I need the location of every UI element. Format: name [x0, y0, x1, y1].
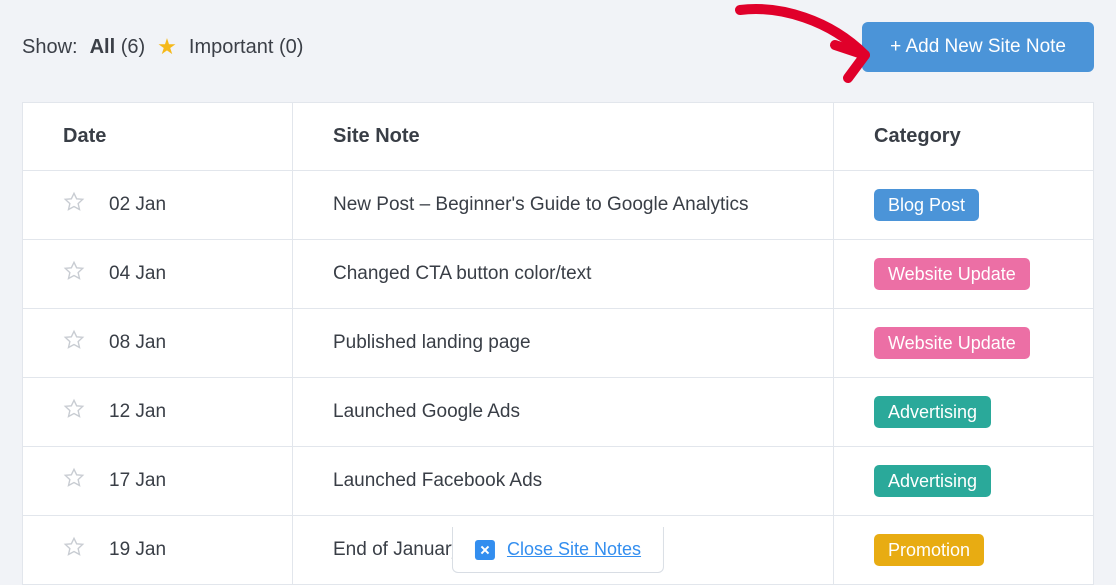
site-notes-table: Date Site Note Category 02 Jan New Post –…: [22, 102, 1094, 585]
show-label: Show:: [22, 36, 78, 59]
filter-all[interactable]: All (6): [90, 36, 146, 59]
close-site-notes-button[interactable]: Close Site Notes: [452, 527, 664, 573]
star-toggle[interactable]: [63, 467, 85, 495]
row-date: 12 Jan: [109, 401, 166, 423]
col-header-date: Date: [23, 103, 293, 171]
filter-all-label: All: [90, 36, 116, 58]
star-toggle[interactable]: [63, 398, 85, 426]
row-note: New Post – Beginner's Guide to Google An…: [293, 171, 834, 240]
add-site-note-button[interactable]: + Add New Site Note: [862, 22, 1094, 72]
close-site-notes-label: Close Site Notes: [507, 539, 641, 560]
category-badge: Website Update: [874, 258, 1030, 290]
row-date: 02 Jan: [109, 194, 166, 216]
table-row: 17 Jan Launched Facebook Ads Advertising: [23, 447, 1094, 516]
filter-important[interactable]: Important (0): [189, 36, 304, 59]
row-note: Published landing page: [293, 309, 834, 378]
filter-important-count: (0): [279, 36, 303, 58]
table-row: 12 Jan Launched Google Ads Advertising: [23, 378, 1094, 447]
table-row: 08 Jan Published landing page Website Upda…: [23, 309, 1094, 378]
row-date: 08 Jan: [109, 332, 166, 354]
star-toggle[interactable]: [63, 191, 85, 219]
row-note: Changed CTA button color/text: [293, 240, 834, 309]
row-date: 17 Jan: [109, 470, 166, 492]
row-date: 04 Jan: [109, 263, 166, 285]
filter-all-count: (6): [121, 36, 145, 58]
table-row: 04 Jan Changed CTA button color/text Websi…: [23, 240, 1094, 309]
category-badge: Blog Post: [874, 189, 979, 221]
category-badge: Website Update: [874, 327, 1030, 359]
filter-bar: Show: All (6) ★ Important (0): [22, 36, 303, 59]
row-note: Launched Google Ads: [293, 378, 834, 447]
col-header-category: Category: [834, 103, 1094, 171]
category-badge: Advertising: [874, 396, 991, 428]
filter-important-label: Important: [189, 36, 273, 58]
pencil-icon: [475, 540, 495, 560]
category-badge: Advertising: [874, 465, 991, 497]
row-note: Launched Facebook Ads: [293, 447, 834, 516]
category-badge: Promotion: [874, 534, 984, 566]
table-row: 02 Jan New Post – Beginner's Guide to Goo…: [23, 171, 1094, 240]
row-date: 19 Jan: [109, 539, 166, 561]
star-toggle[interactable]: [63, 260, 85, 288]
star-toggle[interactable]: [63, 536, 85, 564]
col-header-note: Site Note: [293, 103, 834, 171]
star-icon: ★: [157, 36, 177, 58]
star-toggle[interactable]: [63, 329, 85, 357]
